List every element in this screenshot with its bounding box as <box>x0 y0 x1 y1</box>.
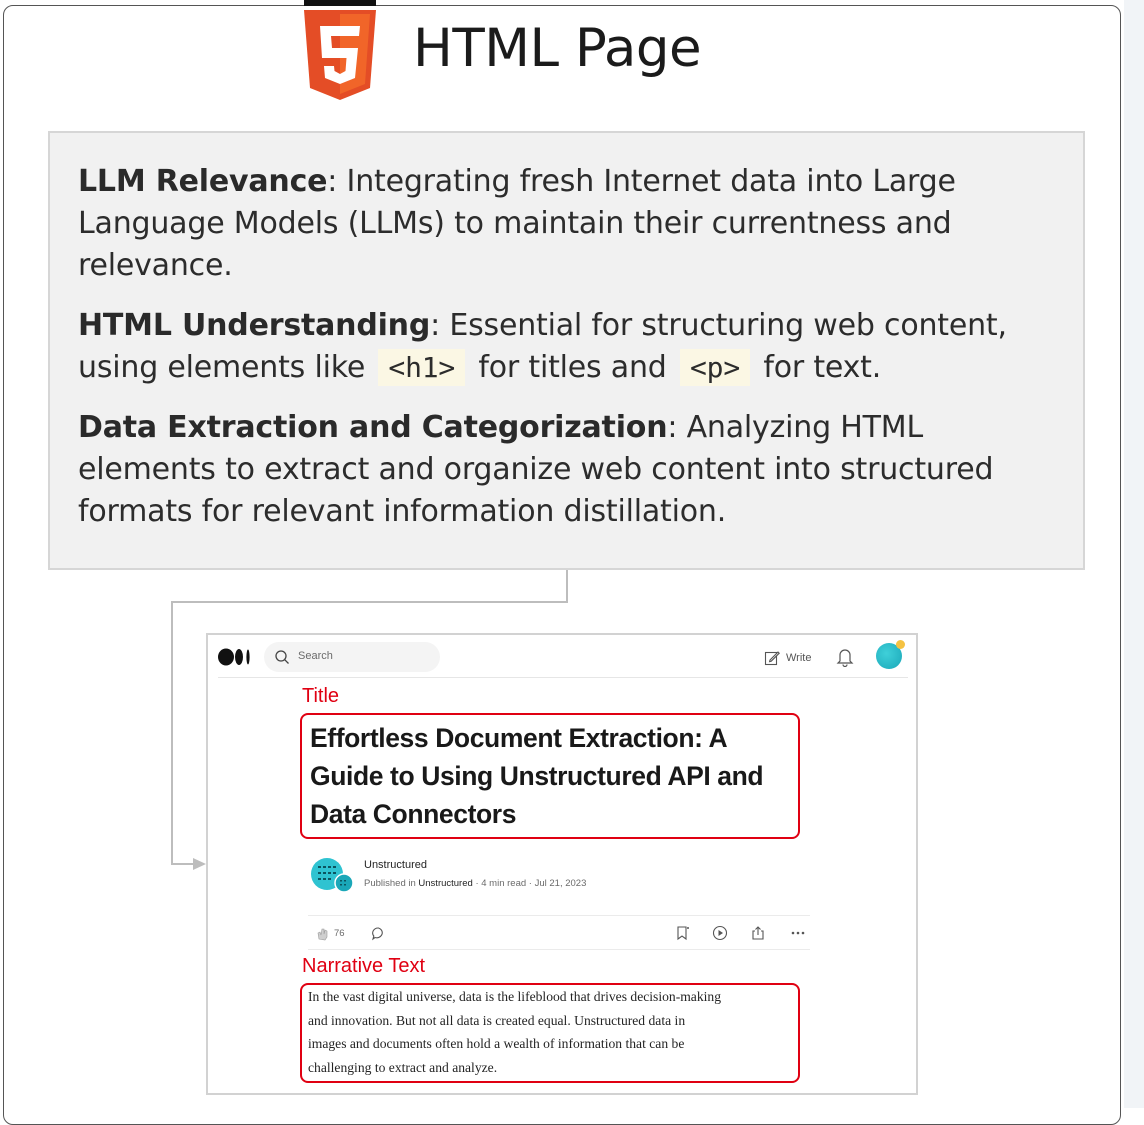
article-screenshot: Search Write Title Effortless Document E… <box>206 633 918 1095</box>
html5-logo-icon <box>304 0 376 100</box>
publish-date: Jul 21, 2023 <box>534 878 587 889</box>
title-label: Title <box>302 685 340 707</box>
actions-divider-top <box>308 915 810 916</box>
read-time: 4 min read <box>481 878 527 889</box>
separator-1: · <box>475 878 479 889</box>
topbar-divider <box>218 677 908 678</box>
article-title: Effortless Document Extraction: A Guide … <box>310 723 764 829</box>
separator-2: · <box>528 878 532 889</box>
narrative-line: and innovation. But not all data is crea… <box>308 1012 686 1028</box>
play-icon[interactable] <box>712 925 728 941</box>
html-understanding-paragraph: HTML Understanding: Essential for struct… <box>78 305 1068 389</box>
clap-icon[interactable] <box>316 927 330 941</box>
narrative-line: images and documents often hold a wealth… <box>308 1036 685 1051</box>
info-box: LLM Relevance: Integrating fresh Interne… <box>48 131 1085 570</box>
narrative-line: In the vast digital universe, data is th… <box>308 989 721 1004</box>
narrative-line: challenging to extract and analyze. <box>308 1059 498 1075</box>
llm-relevance-paragraph: LLM Relevance: Integrating fresh Interne… <box>78 161 1068 287</box>
page-title: HTML Page <box>413 18 702 79</box>
code-p: <p> <box>680 349 750 386</box>
clap-count: 76 <box>334 928 345 939</box>
html-understanding-text-middle: for titles and <box>478 350 667 385</box>
article-topbar: Search Write <box>208 635 916 681</box>
medium-logo-icon[interactable] <box>218 648 252 666</box>
bell-icon[interactable] <box>836 647 854 667</box>
user-avatar[interactable] <box>876 640 905 669</box>
narrative-text-label: Narrative Text <box>302 955 426 977</box>
search-input[interactable]: Search <box>264 642 440 672</box>
more-icon[interactable] <box>790 925 806 941</box>
term-llm-relevance: LLM Relevance <box>78 164 328 199</box>
data-extraction-paragraph: Data Extraction and Categorization: Anal… <box>78 407 1068 533</box>
narrative-text: In the vast digital universe, data is th… <box>308 985 828 1079</box>
bookmark-icon[interactable] <box>674 925 690 941</box>
publication-line: Published in Unstructured · 4 min read ·… <box>364 878 586 889</box>
write-label: Write <box>786 652 812 664</box>
actions-divider-bottom <box>308 949 810 950</box>
search-placeholder: Search <box>298 650 333 662</box>
published-prefix: Published in <box>364 878 416 889</box>
publication-name[interactable]: Unstructured <box>418 878 472 889</box>
page-scroll-track <box>1124 0 1144 1108</box>
term-html-understanding: HTML Understanding <box>78 308 431 343</box>
share-icon[interactable] <box>750 925 766 941</box>
write-icon <box>764 651 780 666</box>
term-data-extraction: Data Extraction and Categorization <box>78 410 668 445</box>
author-name[interactable]: Unstructured <box>364 859 427 871</box>
title-highlight-box: Effortless Document Extraction: A Guide … <box>300 713 800 839</box>
code-h1: <h1> <box>378 349 466 386</box>
html-understanding-text-after: for text. <box>763 350 882 385</box>
comment-icon[interactable] <box>371 926 386 941</box>
author-avatar[interactable] <box>310 857 354 893</box>
write-button[interactable]: Write <box>764 648 811 668</box>
search-icon <box>275 650 289 664</box>
